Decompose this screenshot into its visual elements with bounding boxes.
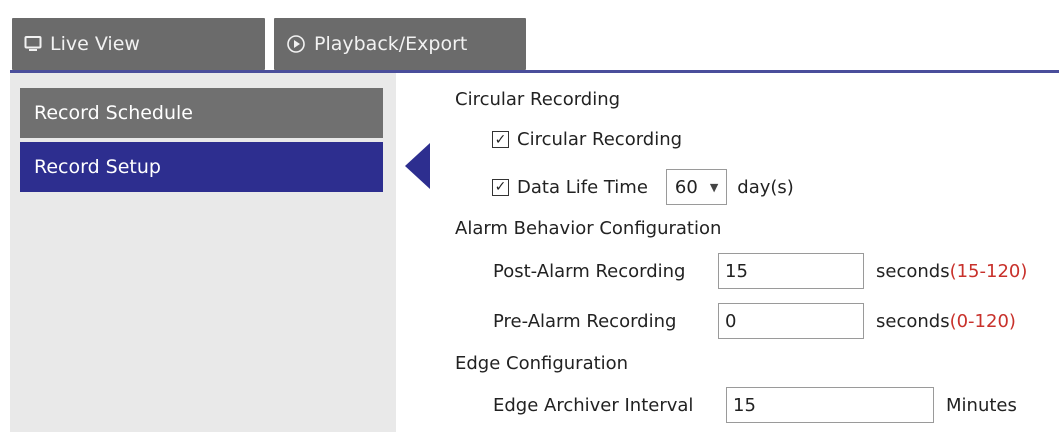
- sidebar-item-label: Record Setup: [34, 156, 161, 178]
- post-alarm-label: Post-Alarm Recording: [493, 260, 686, 282]
- tab-bar: Live View Playback/Export: [0, 0, 1059, 73]
- tab-playback-export-label: Playback/Export: [314, 33, 468, 55]
- data-life-time-unit: day(s): [737, 176, 794, 198]
- post-alarm-input[interactable]: [718, 253, 864, 289]
- pre-alarm-row: Pre-Alarm Recording seconds (0-120): [493, 303, 1016, 339]
- sidebar-item-record-setup[interactable]: Record Setup: [20, 142, 383, 192]
- sidebar-item-label: Record Schedule: [34, 102, 193, 124]
- edge-interval-row: Edge Archiver Interval Minutes: [493, 387, 1017, 423]
- sidebar-item-record-schedule[interactable]: Record Schedule: [20, 88, 383, 138]
- section-heading-alarm: Alarm Behavior Configuration: [455, 218, 722, 239]
- play-circle-icon: [286, 34, 306, 54]
- tab-live-view-label: Live View: [50, 33, 140, 55]
- data-life-time-checkbox[interactable]: ✓: [492, 178, 509, 196]
- chevron-down-icon: ▼: [709, 180, 719, 194]
- edge-interval-label: Edge Archiver Interval: [493, 394, 694, 416]
- pre-alarm-unit: seconds: [876, 310, 950, 332]
- section-heading-circular: Circular Recording: [455, 89, 621, 110]
- data-life-time-row: ✓ Data Life Time 60 ▼ day(s): [492, 169, 794, 205]
- pre-alarm-label: Pre-Alarm Recording: [493, 310, 677, 332]
- circular-recording-row: ✓ Circular Recording: [492, 129, 682, 150]
- data-life-time-label: Data Life Time: [517, 176, 648, 198]
- circular-recording-label: Circular Recording: [517, 129, 683, 150]
- tab-playback-export[interactable]: Playback/Export: [274, 18, 526, 70]
- circular-recording-checkbox[interactable]: ✓: [492, 131, 509, 148]
- record-setup-panel: Circular Recording ✓ Circular Recording …: [435, 73, 1059, 432]
- selection-arrow-icon: [405, 143, 430, 189]
- pre-alarm-range: (0-120): [949, 310, 1016, 332]
- sidebar: Record Schedule Record Setup: [10, 73, 396, 432]
- pre-alarm-input[interactable]: [718, 303, 864, 339]
- monitor-icon: [24, 35, 42, 53]
- tab-live-view[interactable]: Live View: [12, 18, 265, 70]
- post-alarm-row: Post-Alarm Recording seconds (15-120): [493, 253, 1027, 289]
- post-alarm-range: (15-120): [949, 260, 1028, 282]
- post-alarm-unit: seconds: [876, 260, 950, 282]
- edge-interval-input[interactable]: [726, 387, 934, 423]
- data-life-time-select[interactable]: 60 ▼: [665, 169, 728, 205]
- section-heading-edge: Edge Configuration: [455, 353, 629, 374]
- edge-interval-unit: Minutes: [946, 394, 1017, 416]
- data-life-time-value: 60: [674, 176, 698, 198]
